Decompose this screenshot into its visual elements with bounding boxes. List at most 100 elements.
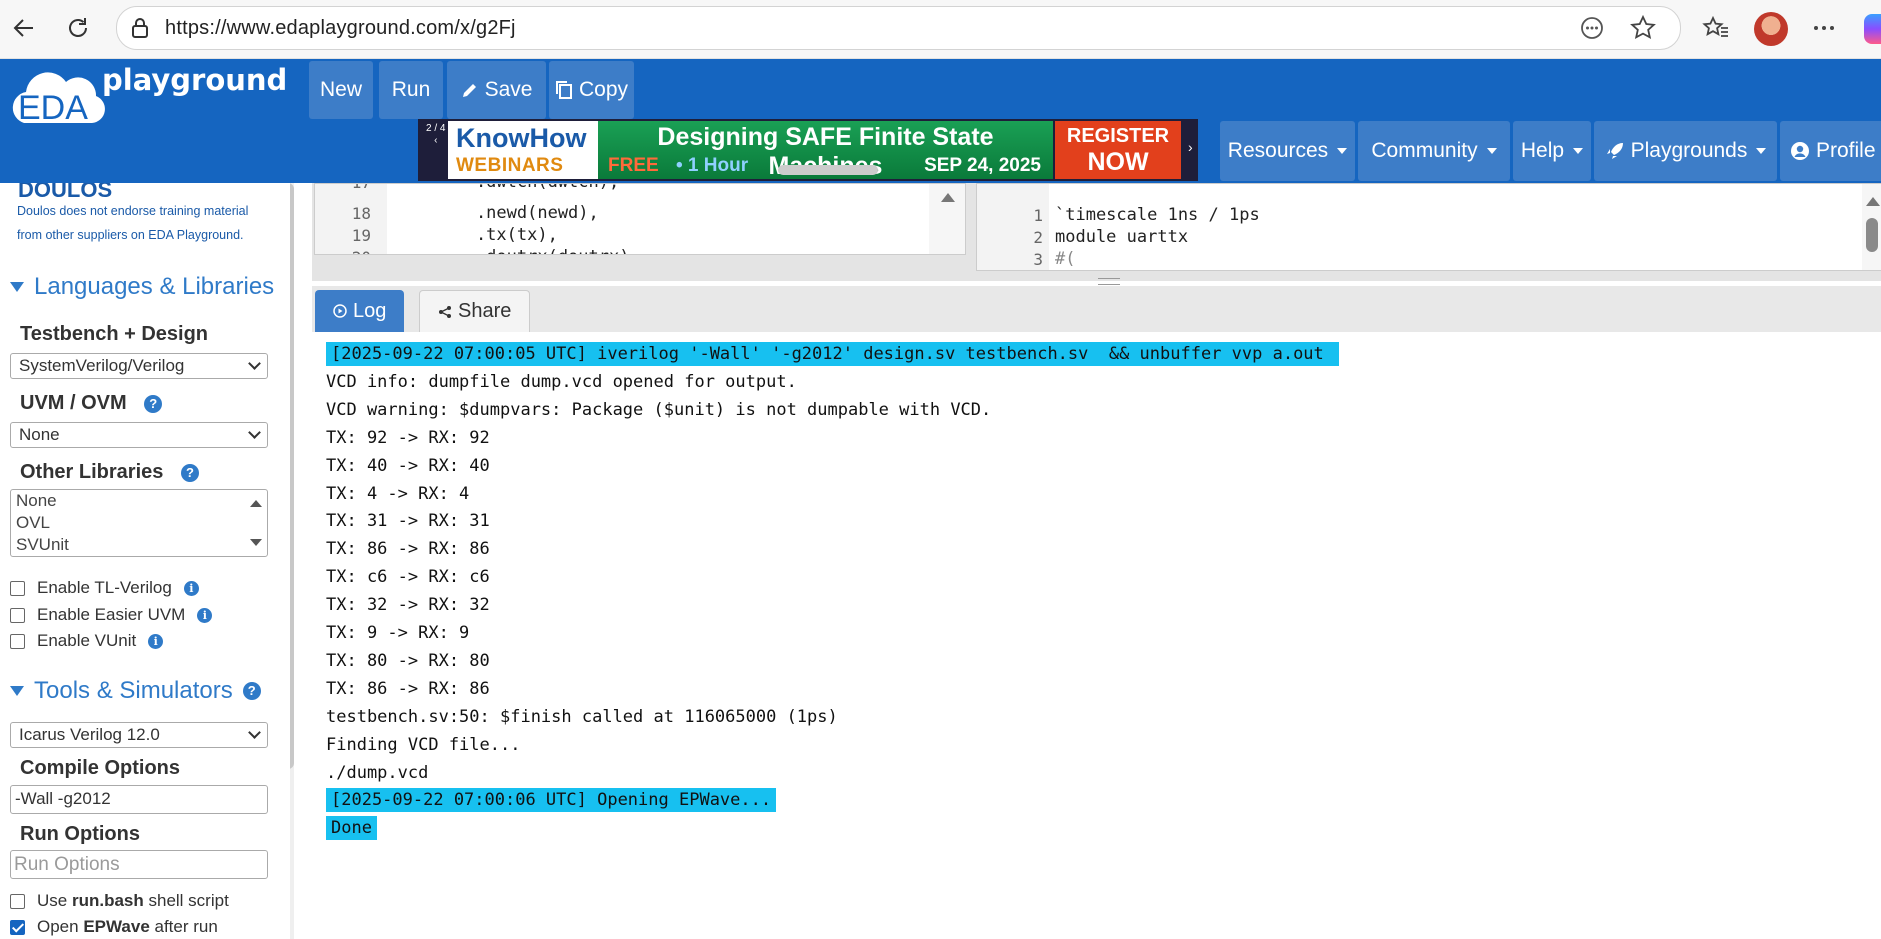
checkbox-box[interactable]	[10, 580, 25, 596]
other-libraries-listbox[interactable]: None OVL SVUnit	[10, 489, 268, 557]
banner-date: SEP 24, 2025	[924, 155, 1041, 176]
tab-share[interactable]: Share	[419, 290, 531, 332]
help-menu[interactable]: Help	[1513, 121, 1591, 181]
log-line: TX: 86 -> RX: 86	[326, 539, 490, 560]
log-line: TX: 4 -> RX: 4	[326, 483, 470, 504]
scroll-up-arrow-icon[interactable]	[941, 192, 955, 202]
copy-icon	[555, 81, 572, 99]
caret-down-icon	[1486, 148, 1497, 154]
code-line[interactable]: .tx(tx),	[435, 225, 558, 245]
library-option[interactable]: SVUnit	[16, 534, 267, 556]
code-line[interactable]: .doutrx(doutrx)	[435, 247, 630, 254]
help-question-icon[interactable]: ?	[180, 463, 199, 482]
save-button[interactable]: Save	[447, 61, 546, 119]
scroll-up-arrow-icon[interactable]	[1866, 196, 1880, 206]
profile-avatar[interactable]	[1754, 12, 1788, 46]
line-number: 20	[341, 248, 371, 254]
checkbox-box-checked[interactable]	[10, 919, 25, 935]
new-button[interactable]: New	[309, 61, 373, 119]
testbench-editor[interactable]: 17 .dwtch(dwtch), 18 .newd(newd), 19 .tx…	[314, 183, 966, 255]
line-number: 3	[1033, 250, 1043, 269]
tab-log[interactable]: Log	[315, 290, 405, 332]
address-bar[interactable]: https://www.edaplayground.com/x/g2Fj	[116, 6, 1681, 50]
playgrounds-label: Playgrounds	[1630, 139, 1748, 162]
profile-label: Profile	[1816, 139, 1876, 162]
testbench-design-label: Testbench + Design	[20, 323, 209, 345]
banner-pager[interactable]: 2 / 4 ‹	[426, 123, 445, 147]
open-epwave-checkbox[interactable]: Open EPWave after run	[10, 917, 218, 937]
log-line: Finding VCD file...	[326, 734, 521, 755]
register-now-button[interactable]: REGISTER NOW	[1055, 121, 1181, 179]
app-header: EDA playground New Run Save Copy 2 / 4 ‹ …	[0, 59, 1881, 183]
resize-handle-icon[interactable]	[1098, 278, 1120, 285]
tools-simulators-heading[interactable]: Tools & Simulators ?	[10, 677, 261, 705]
user-circle-icon	[1791, 142, 1809, 160]
compile-options-input[interactable]: -Wall -g2012	[10, 785, 268, 814]
editor-scrollbar[interactable]	[929, 184, 965, 254]
info-icon[interactable]: i	[148, 633, 164, 649]
copy-label: Copy	[578, 78, 629, 101]
sidebar: DOULOS Doulos does not endorse training …	[0, 183, 290, 939]
banner-message: Designing SAFE Finite State Machines FRE…	[598, 121, 1053, 180]
checkbox-box[interactable]	[10, 633, 25, 649]
profile-menu[interactable]: Profile	[1780, 121, 1881, 181]
help-question-icon[interactable]: ?	[242, 682, 261, 700]
enable-easier-uvm-checkbox[interactable]: Enable Easier UVM i	[10, 605, 213, 625]
editor-scroll-thumb[interactable]	[1866, 218, 1878, 252]
caret-down-icon	[1337, 148, 1348, 154]
editor-scrollbar[interactable]	[1862, 184, 1881, 270]
uvm-ovm-select[interactable]: None	[10, 422, 268, 448]
rocket-icon	[1606, 143, 1623, 159]
languages-heading-text: Languages & Libraries	[34, 273, 275, 300]
playgrounds-menu[interactable]: Playgrounds	[1594, 121, 1777, 181]
copy-button[interactable]: Copy	[549, 61, 634, 119]
resources-menu[interactable]: Resources	[1220, 121, 1355, 181]
testbench-language-select[interactable]: SystemVerilog/Verilog	[10, 353, 268, 379]
favorite-star-icon[interactable]	[1630, 14, 1656, 46]
listbox-scroll-arrows-icon[interactable]	[249, 498, 263, 548]
line-number: 2	[1033, 228, 1043, 247]
log-line: VCD warning: $dumpvars: Package ($unit) …	[326, 399, 992, 420]
checkbox-box[interactable]	[10, 607, 25, 623]
enable-vunit-checkbox[interactable]: Enable VUnit i	[10, 631, 164, 651]
use-run-bash-checkbox[interactable]: Use run.bash shell script	[10, 891, 229, 911]
webinar-banner[interactable]: 2 / 4 ‹ KnowHow WEBINARS Designing SAFE F…	[418, 119, 1198, 181]
copilot-icon[interactable]	[1864, 14, 1881, 44]
code-line[interactable]: .dwtch(dwtch),	[435, 184, 619, 192]
use-run-bash-bold: run.bash	[71, 891, 144, 910]
more-menu-icon[interactable]	[1808, 12, 1840, 44]
library-option[interactable]: None	[16, 490, 267, 512]
code-line[interactable]: module uarttx	[1055, 227, 1188, 247]
more-page-actions-icon[interactable]	[1580, 16, 1604, 45]
use-run-bash-label: Use run.bash shell script	[37, 891, 229, 911]
refresh-icon[interactable]	[62, 12, 94, 44]
url-text[interactable]: https://www.edaplayground.com/x/g2Fj	[165, 17, 516, 40]
languages-libraries-heading[interactable]: Languages & Libraries	[10, 273, 274, 301]
library-option[interactable]: OVL	[16, 512, 267, 534]
back-icon[interactable]	[8, 12, 40, 44]
checkbox-box[interactable]	[10, 893, 25, 909]
community-menu[interactable]: Community	[1358, 121, 1510, 181]
run-button[interactable]: Run	[379, 61, 443, 119]
log-line: TX: 92 -> RX: 92	[326, 427, 490, 448]
favorites-icon[interactable]	[1700, 12, 1732, 44]
enable-tl-verilog-checkbox[interactable]: Enable TL-Verilog i	[10, 578, 199, 598]
code-line[interactable]: #(	[1055, 249, 1075, 269]
tab-log-label: Log	[353, 299, 387, 322]
tab-share-label: Share	[458, 300, 512, 322]
design-editor[interactable]: 1 `timescale 1ns / 1ps 2 module uarttx 3…	[976, 183, 1881, 271]
collapse-triangle-icon	[10, 686, 24, 696]
run-options-input[interactable]: Run Options	[10, 850, 268, 879]
code-line[interactable]: `timescale 1ns / 1ps	[1055, 205, 1260, 225]
simulator-select[interactable]: Icarus Verilog 12.0	[10, 722, 268, 748]
log-output[interactable]: [2025-09-22 07:00:05 UTC] iverilog '-Wal…	[312, 332, 1881, 939]
help-question-icon[interactable]: ?	[144, 394, 163, 413]
code-line[interactable]: .newd(newd),	[435, 203, 599, 223]
lock-icon[interactable]	[131, 17, 149, 44]
info-icon[interactable]: i	[183, 580, 199, 596]
new-label: New	[319, 78, 362, 101]
eda-playground-logo[interactable]: EDA playground	[6, 63, 287, 143]
banner-next-arrow[interactable]: ›	[1188, 139, 1193, 155]
info-icon[interactable]: i	[197, 607, 213, 623]
doulos-notice: Doulos does not endorse training materia…	[17, 204, 249, 242]
